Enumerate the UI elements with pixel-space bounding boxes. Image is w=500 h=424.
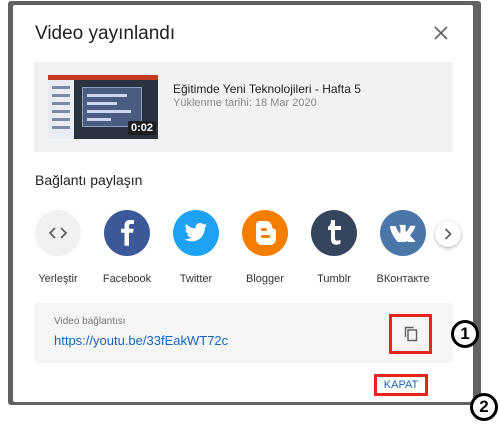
share-label-vk: ВКонтакте: [376, 273, 430, 285]
vk-icon: [380, 210, 426, 256]
video-title: Eğitimde Yeni Teknolojileri - Hafta 5: [173, 82, 361, 96]
embed-icon: [35, 210, 81, 256]
share-embed[interactable]: Yerleştir: [30, 210, 86, 285]
video-link-label: Video bağlantısı: [54, 316, 126, 327]
chevron-right-icon[interactable]: [435, 221, 461, 247]
dialog-title: Video yayınlandı: [35, 23, 176, 44]
share-label-twitter: Twitter: [179, 273, 213, 285]
share-tumblr[interactable]: Tumblr: [306, 210, 362, 285]
video-card: 0:02 Eğitimde Yeni Teknolojileri - Hafta…: [34, 62, 453, 152]
share-label-blogger: Blogger: [246, 273, 284, 285]
twitter-icon: [173, 210, 219, 256]
share-vk[interactable]: ВКонтакте: [375, 210, 431, 285]
share-dialog: Video yayınlandı 0:02 Eğitimde Yeni Tekn…: [13, 5, 473, 402]
blogger-icon: [242, 210, 288, 256]
video-thumbnail[interactable]: 0:02: [48, 75, 158, 139]
video-link-url[interactable]: https://youtu.be/33fEakWT72c: [54, 333, 228, 348]
share-label-facebook: Facebook: [102, 273, 152, 285]
copy-link-button[interactable]: [389, 314, 432, 354]
share-label-tumblr: Tumblr: [317, 273, 351, 285]
copy-icon: [404, 326, 417, 342]
callout-2-badge: 2: [470, 393, 498, 421]
callout-1-badge: 1: [451, 320, 479, 348]
share-blogger[interactable]: Blogger: [237, 210, 293, 285]
close-icon[interactable]: [429, 21, 453, 45]
share-facebook[interactable]: Facebook: [99, 210, 155, 285]
facebook-icon: [104, 210, 150, 256]
share-section-label: Bağlantı paylaşın: [35, 172, 143, 188]
share-label-embed: Yerleştir: [38, 273, 78, 285]
upload-date: Yüklenme tarihi: 18 Mar 2020: [173, 97, 317, 109]
tumblr-icon: [311, 210, 357, 256]
share-twitter[interactable]: Twitter: [168, 210, 224, 285]
duration-badge: 0:02: [128, 121, 157, 135]
close-button[interactable]: KAPAT: [374, 374, 428, 396]
